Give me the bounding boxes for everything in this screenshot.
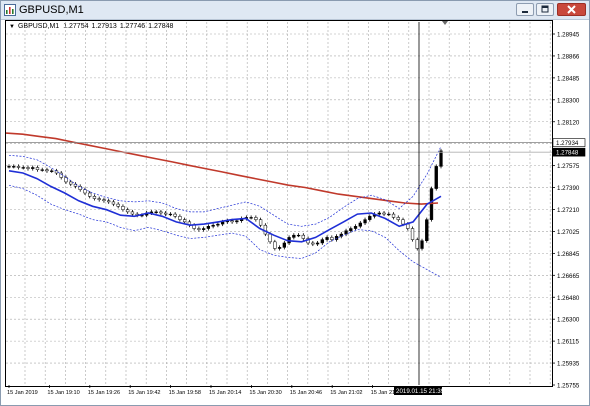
y-tick-label: 1.26115 [557,339,579,346]
x-tick-label: 15 Jan 21:02 [330,390,362,396]
y-tick-label: 1.27025 [557,229,580,236]
y-tick-label: 1.28485 [557,75,580,82]
y-tick-label: 1.28300 [557,97,580,104]
y-tick-label: 1.26300 [557,317,580,324]
x-tick-label: 15 Jan 20:46 [290,390,322,396]
maximize-icon [541,5,549,13]
y-tick-label: 1.26665 [557,273,580,280]
y-tick-label: 1.26480 [557,295,580,302]
y-tick-label: 1.28866 [557,53,580,60]
dropdown-triangle-icon[interactable]: ▼ [9,24,15,30]
price-marker-label: 1.27934 [556,140,579,147]
quote-low: 1.27746 [119,23,146,30]
x-tick-label: 15 Jan 19:10 [47,390,79,396]
maximize-button[interactable] [536,3,554,16]
window-title: GBPUSD,M1 [19,4,84,16]
crosshair-time-box [394,386,442,395]
minimize-icon [522,11,528,13]
x-tick-label: 15 Jan 19:26 [88,390,120,396]
x-tick-label: 15 Jan 20:14 [209,390,241,396]
x-tick-label: 15 Jan 19:42 [128,390,160,396]
x-tick-label: 15 Jan 19:58 [169,390,201,396]
x-tick-label: 15 Jan 2019 [7,390,38,396]
close-button[interactable] [557,3,586,16]
title-bar[interactable]: GBPUSD,M1 [1,1,589,20]
price-marker-label: 1.27848 [556,149,579,156]
y-tick-label: 1.27575 [557,163,580,170]
y-tick-label: 1.28120 [557,119,580,126]
minimize-button[interactable] [516,3,534,16]
y-tick-label: 1.26845 [557,251,580,258]
y-tick-label: 1.25935 [557,361,580,368]
price-chart[interactable] [5,20,553,387]
y-tick-label: 1.27210 [557,207,580,214]
crosshair-time-label: 2019.01.15 21:39 [396,388,445,395]
y-tick-label: 1.28945 [557,32,580,39]
y-tick-label: 1.27390 [557,185,580,192]
quote-symbol: GBPUSD,M1 [17,23,60,30]
quote-close: 1.27848 [148,23,174,30]
close-icon [567,5,576,14]
chart-window-icon [4,4,16,16]
x-tick-label: 15 Jan 20:30 [249,390,281,396]
quote-high: 1.27913 [91,23,117,30]
chart-window: GBPUSD,M1 ▼ GBPUSD,M1 1.27754 1.27913 1.2774… [0,0,590,406]
quote-open: 1.27754 [63,23,89,30]
quote-header: ▼ GBPUSD,M1 1.27754 1.27913 1.27746 1.27848 [9,23,176,30]
price-marker-box [552,147,586,157]
y-tick-label: 1.27755 [557,141,580,148]
y-tick-label: 1.25755 [557,383,580,390]
x-tick-label: 15 Jan 21:18 [371,390,403,396]
price-marker-box [552,138,586,147]
